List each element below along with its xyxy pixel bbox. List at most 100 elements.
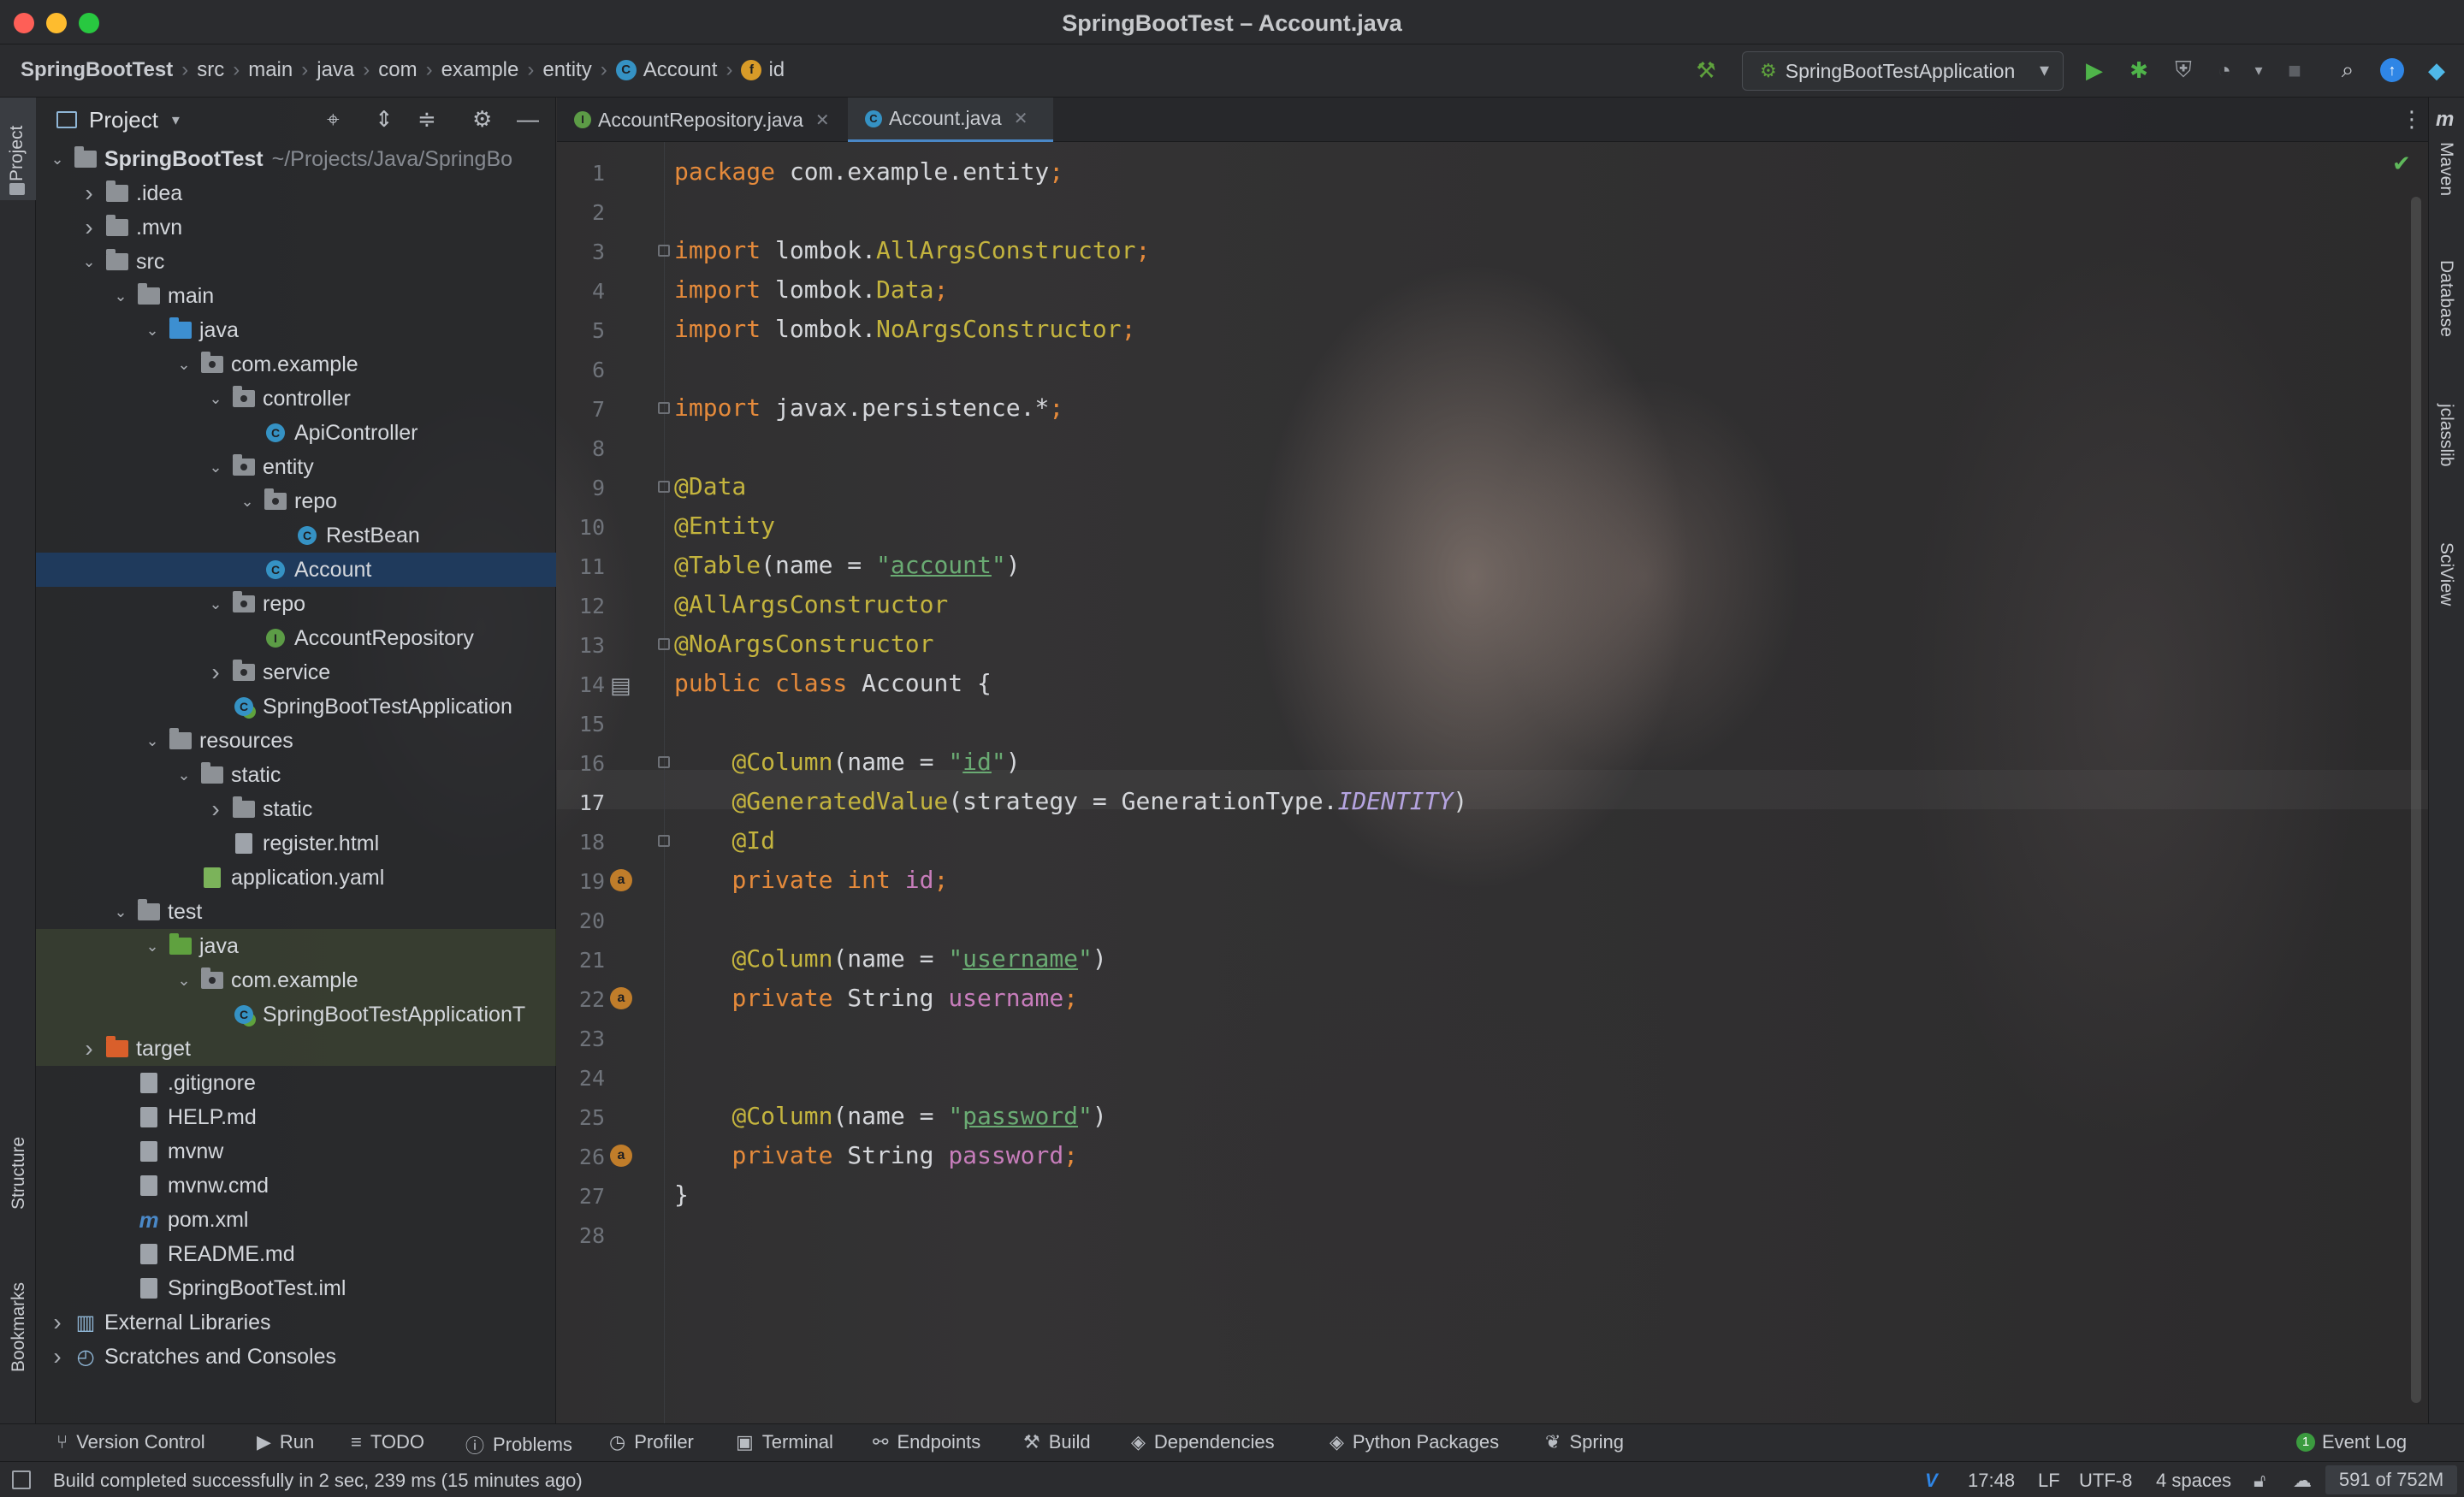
tree-item[interactable]: I AccountRepository <box>36 621 556 655</box>
tree-item[interactable]: › static <box>36 792 556 826</box>
chevron-down-icon[interactable]: ⌄ <box>206 390 225 408</box>
more-run-options-icon[interactable]: ▾ <box>2243 55 2274 86</box>
tree-item[interactable]: ⌄ SpringBootTest ~/Projects/Java/SpringBo <box>36 142 556 176</box>
more-tabs-icon[interactable]: ⋮ <box>2401 106 2423 133</box>
breadcrumb-item[interactable]: src <box>197 58 224 82</box>
tool-window-button[interactable]: ▶ Run <box>257 1431 314 1453</box>
fold-marker-icon[interactable] <box>658 245 670 257</box>
tree-item[interactable]: ⌄ java <box>36 929 556 963</box>
hide-panel-icon[interactable]: — <box>517 106 539 133</box>
gear-icon[interactable]: ⚙ <box>472 106 492 133</box>
code-line[interactable]: import lombok.NoArgsConstructor; <box>674 310 1135 349</box>
lombok-field-icon[interactable]: a <box>610 869 632 891</box>
code-line[interactable]: import javax.persistence.*; <box>674 388 1063 428</box>
tree-item[interactable]: .gitignore <box>36 1066 556 1100</box>
tree-item[interactable]: ⌄ repo <box>36 484 556 518</box>
tree-item[interactable]: › .mvn <box>36 210 556 245</box>
breadcrumb-item[interactable]: f id <box>741 58 785 82</box>
tree-item[interactable]: HELP.md <box>36 1100 556 1134</box>
tree-item[interactable]: › target <box>36 1032 556 1066</box>
code-line[interactable]: @Entity <box>674 506 775 546</box>
fold-marker-icon[interactable] <box>658 481 670 493</box>
event-log-button[interactable]: 1 Event Log <box>2296 1431 2407 1453</box>
file-encoding[interactable]: UTF-8 <box>2079 1470 2132 1492</box>
tree-item[interactable]: ⌄ test <box>36 895 556 929</box>
caret-position[interactable]: 17:48 <box>1968 1470 2015 1492</box>
coverage-icon[interactable]: ⛨ <box>2168 55 2199 86</box>
chevron-down-icon[interactable]: ⌄ <box>175 972 193 990</box>
code-line[interactable]: @NoArgsConstructor <box>674 624 933 664</box>
tree-item[interactable]: ⌄ com.example <box>36 963 556 997</box>
inspection-icon[interactable]: ☁ <box>2293 1470 2312 1492</box>
lock-icon[interactable]: 🔓︎ <box>2254 1470 2266 1492</box>
run-configuration-select[interactable]: ⚙ SpringBootTestApplication ▾ <box>1742 51 2064 91</box>
lombok-field-icon[interactable]: a <box>610 987 632 1009</box>
breadcrumb-item[interactable]: example <box>441 58 519 82</box>
breadcrumb-item[interactable]: entity <box>542 58 591 82</box>
tool-window-button[interactable]: ⚒ Build <box>1023 1431 1091 1453</box>
tree-item[interactable]: application.yaml <box>36 861 556 895</box>
code-line[interactable]: @Data <box>674 467 746 506</box>
chevron-down-icon[interactable]: ⌄ <box>80 253 98 271</box>
chevron-down-icon[interactable]: ▾ <box>172 111 180 129</box>
code-line[interactable]: private String username; <box>674 979 1078 1018</box>
tree-item[interactable]: m pom.xml <box>36 1203 556 1237</box>
code-line[interactable]: @GeneratedValue(strategy = GenerationTyp… <box>674 782 1467 821</box>
build-hammer-icon[interactable]: ⚒ <box>1691 55 1721 86</box>
fold-marker-icon[interactable] <box>658 402 670 414</box>
sciview-tool-label[interactable]: SciView <box>2436 542 2456 606</box>
code-line[interactable]: } <box>674 1175 689 1215</box>
tree-item[interactable]: README.md <box>36 1237 556 1271</box>
vcs-icon[interactable]: V <box>1925 1470 1938 1492</box>
tree-item[interactable]: mvnw <box>36 1134 556 1169</box>
chevron-right-icon[interactable]: › <box>206 659 225 686</box>
tree-item[interactable]: C ApiController <box>36 416 556 450</box>
close-tab-icon[interactable]: ✕ <box>815 109 830 131</box>
chevron-down-icon[interactable]: ⌄ <box>206 595 225 613</box>
breadcrumb-item[interactable]: SpringBootTest <box>21 58 173 82</box>
code-line[interactable]: @Id <box>674 821 775 861</box>
tree-item[interactable]: ⌄ java <box>36 313 556 347</box>
update-icon[interactable]: ↑ <box>2377 55 2408 86</box>
toggle-tool-windows-icon[interactable] <box>12 1470 31 1489</box>
chevron-down-icon[interactable]: ⌄ <box>238 493 257 511</box>
tree-item[interactable]: ⌄ com.example <box>36 347 556 382</box>
memory-indicator[interactable]: 591 of 752M <box>2325 1465 2457 1494</box>
tool-window-button[interactable]: ⓘ Problems <box>465 1431 572 1459</box>
code-line[interactable]: @Column(name = "username") <box>674 939 1106 979</box>
jclasslib-tool-label[interactable]: jclasslib <box>2436 404 2456 467</box>
tree-item[interactable]: C SpringBootTestApplicationT <box>36 997 556 1032</box>
code-line[interactable]: package com.example.entity; <box>674 152 1063 192</box>
code-line[interactable]: @Table(name = "account") <box>674 546 1021 585</box>
chevron-down-icon[interactable]: ⌄ <box>175 356 193 374</box>
tree-item[interactable]: ⌄ repo <box>36 587 556 621</box>
chevron-down-icon[interactable]: ⌄ <box>143 732 162 750</box>
vertical-scrollbar[interactable] <box>2411 197 2421 1403</box>
maven-tool-label[interactable]: Maven <box>2436 142 2456 196</box>
fold-marker-icon[interactable] <box>658 835 670 847</box>
code-line[interactable]: public class Account { <box>674 664 992 703</box>
tree-item[interactable]: › ▥ External Libraries <box>36 1305 556 1340</box>
code-line[interactable]: @Column(name = "password") <box>674 1097 1106 1136</box>
chevron-right-icon[interactable]: › <box>206 796 225 823</box>
tree-item[interactable]: › service <box>36 655 556 689</box>
tree-item[interactable]: ⌄ entity <box>36 450 556 484</box>
code-editor[interactable]: package com.example.entity; import lombok… <box>674 142 2385 1423</box>
locate-file-icon[interactable]: ⌖ <box>327 106 340 133</box>
database-table-icon[interactable]: ▤ <box>610 672 631 699</box>
breadcrumb-item[interactable]: com <box>378 58 417 82</box>
project-tool-label[interactable]: Project <box>7 126 27 181</box>
tree-item[interactable]: ⌄ static <box>36 758 556 792</box>
editor-tab[interactable]: I AccountRepository.java ✕ <box>557 98 839 142</box>
tool-window-button[interactable]: ◷ Profiler <box>609 1431 694 1453</box>
expand-all-icon[interactable]: ⇕ <box>375 106 394 133</box>
chevron-down-icon[interactable]: ⌄ <box>175 766 193 784</box>
indent-setting[interactable]: 4 spaces <box>2156 1470 2231 1492</box>
chevron-right-icon[interactable]: › <box>48 1343 67 1370</box>
tool-window-button[interactable]: ⑂ Version Control <box>56 1431 205 1453</box>
chevron-down-icon[interactable]: ⌄ <box>143 322 162 340</box>
tree-item[interactable]: SpringBootTest.iml <box>36 1271 556 1305</box>
stop-icon[interactable]: ■ <box>2279 55 2310 86</box>
code-line[interactable]: private int id; <box>674 861 948 900</box>
run-icon[interactable]: ▶ <box>2079 55 2110 86</box>
